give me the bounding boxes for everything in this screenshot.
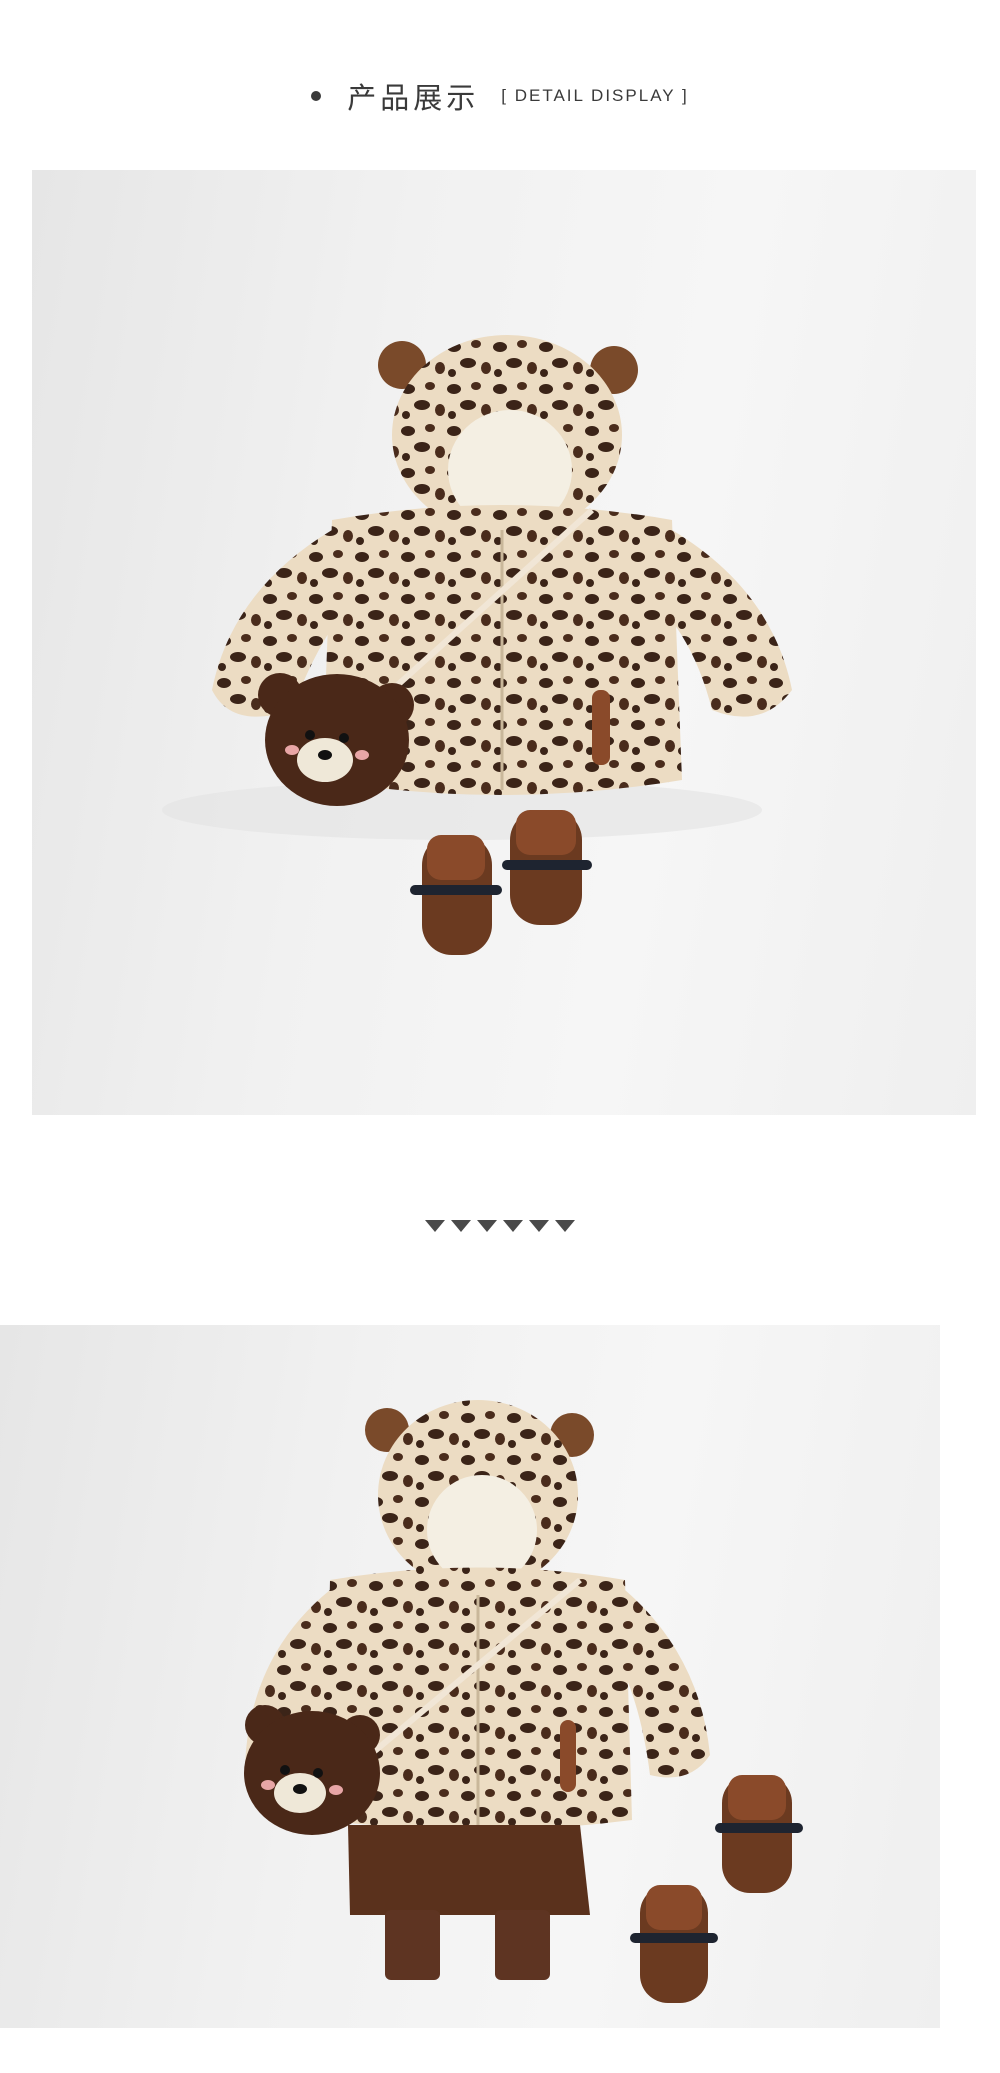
dot-icon (311, 91, 322, 101)
chevron-down-icon (477, 1220, 497, 1232)
product-illustration-2 (244, 1400, 803, 2003)
section-header: 产品展示 [ DETAIL DISPLAY ] (0, 66, 1000, 126)
product-photo-1 (32, 170, 976, 1115)
section-title: 产品展示 (347, 81, 480, 115)
chevron-down-icon (555, 1220, 575, 1232)
section-subtitle: [ DETAIL DISPLAY ] (501, 86, 689, 105)
section-divider (0, 1220, 1000, 1244)
chevron-down-icon (451, 1220, 471, 1232)
chevron-down-icon (529, 1220, 549, 1232)
product-illustration-1 (162, 335, 792, 955)
chevron-down-icon (503, 1220, 523, 1232)
chevron-down-icon (425, 1220, 445, 1232)
product-photo-2 (0, 1325, 940, 2028)
